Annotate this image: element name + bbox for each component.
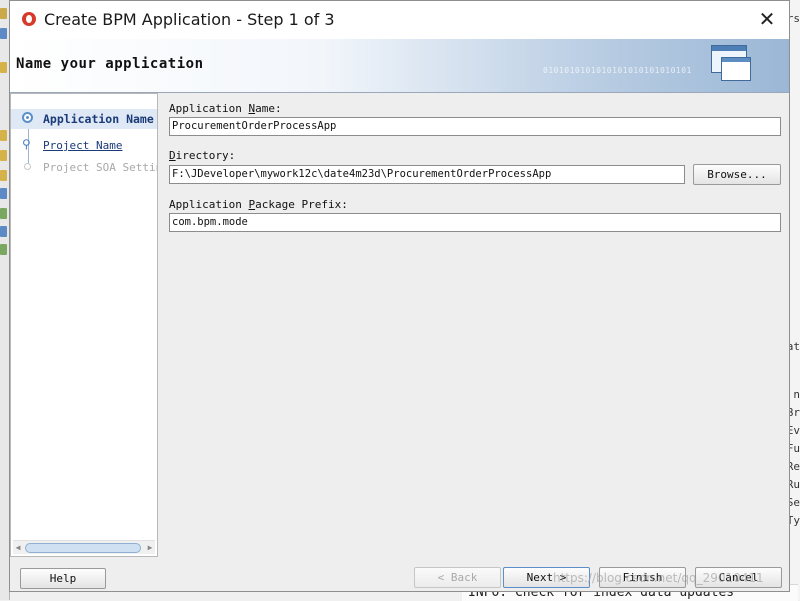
wizard-step-heading: Name your application: [16, 56, 204, 72]
step-project-name[interactable]: ⚲ Project Name: [11, 136, 157, 156]
wizard-steps-panel: Application Name ⚲ Project Name Project …: [10, 93, 158, 557]
folder-icon: [0, 170, 7, 181]
step-label: Application Name: [43, 112, 154, 126]
cancel-button[interactable]: Cancel: [695, 567, 782, 588]
application-name-input[interactable]: ProcurementOrderProcessApp: [169, 117, 781, 136]
oracle-logo-icon: [22, 12, 36, 26]
folder-icon: [0, 130, 7, 141]
wizard-form: Application Name: ProcurementOrderProces…: [158, 93, 789, 557]
browse-button[interactable]: Browse...: [693, 164, 781, 185]
help-button[interactable]: Help: [20, 568, 106, 589]
tool-icon: [0, 188, 7, 199]
package-prefix-label: Application Package Prefix:: [169, 198, 348, 211]
scrollbar-thumb[interactable]: [25, 543, 141, 553]
step-label: Project SOA Settings: [43, 161, 157, 174]
tool-icon: [0, 208, 7, 219]
directory-label: Directory:: [169, 149, 236, 162]
current-step-icon: [22, 112, 33, 123]
application-name-label: Application Name:: [169, 102, 282, 115]
steps-horizontal-scrollbar[interactable]: ◀ ▶: [13, 540, 155, 554]
scroll-left-icon[interactable]: ◀: [13, 541, 23, 554]
scroll-right-icon[interactable]: ▶: [145, 541, 155, 554]
directory-input[interactable]: F:\JDeveloper\mywork12c\date4m23d\Procur…: [169, 165, 685, 184]
tool-icon: [0, 226, 7, 237]
folder-icon: [0, 62, 7, 73]
application-windows-icon: [711, 45, 751, 83]
tool-icon: [0, 244, 7, 255]
next-step-icon: ⚲: [22, 137, 31, 151]
create-bpm-application-dialog: Create BPM Application - Step 1 of 3 ✕ N…: [9, 0, 790, 592]
package-prefix-input[interactable]: com.bpm.mode: [169, 213, 781, 232]
wizard-banner: Name your application 010101010101010101…: [10, 39, 789, 93]
dialog-titlebar[interactable]: Create BPM Application - Step 1 of 3 ✕: [10, 1, 789, 39]
ide-fragment-text: n: [793, 388, 800, 401]
step-project-soa-settings: Project SOA Settings: [11, 158, 157, 178]
back-button[interactable]: < Back: [414, 567, 501, 588]
tool-icon: [0, 8, 7, 19]
folder-icon: [0, 150, 7, 161]
step-application-name[interactable]: Application Name: [11, 109, 157, 129]
close-icon[interactable]: ✕: [757, 9, 777, 29]
disabled-step-icon: [24, 163, 31, 170]
tool-icon: [0, 28, 7, 39]
banner-decoration-text: 0101010101010101010101010101: [543, 66, 692, 75]
next-button[interactable]: Next >: [503, 567, 590, 588]
finish-button[interactable]: Finish: [599, 567, 686, 588]
dialog-title: Create BPM Application - Step 1 of 3: [44, 10, 335, 29]
step-label: Project Name: [43, 139, 123, 152]
